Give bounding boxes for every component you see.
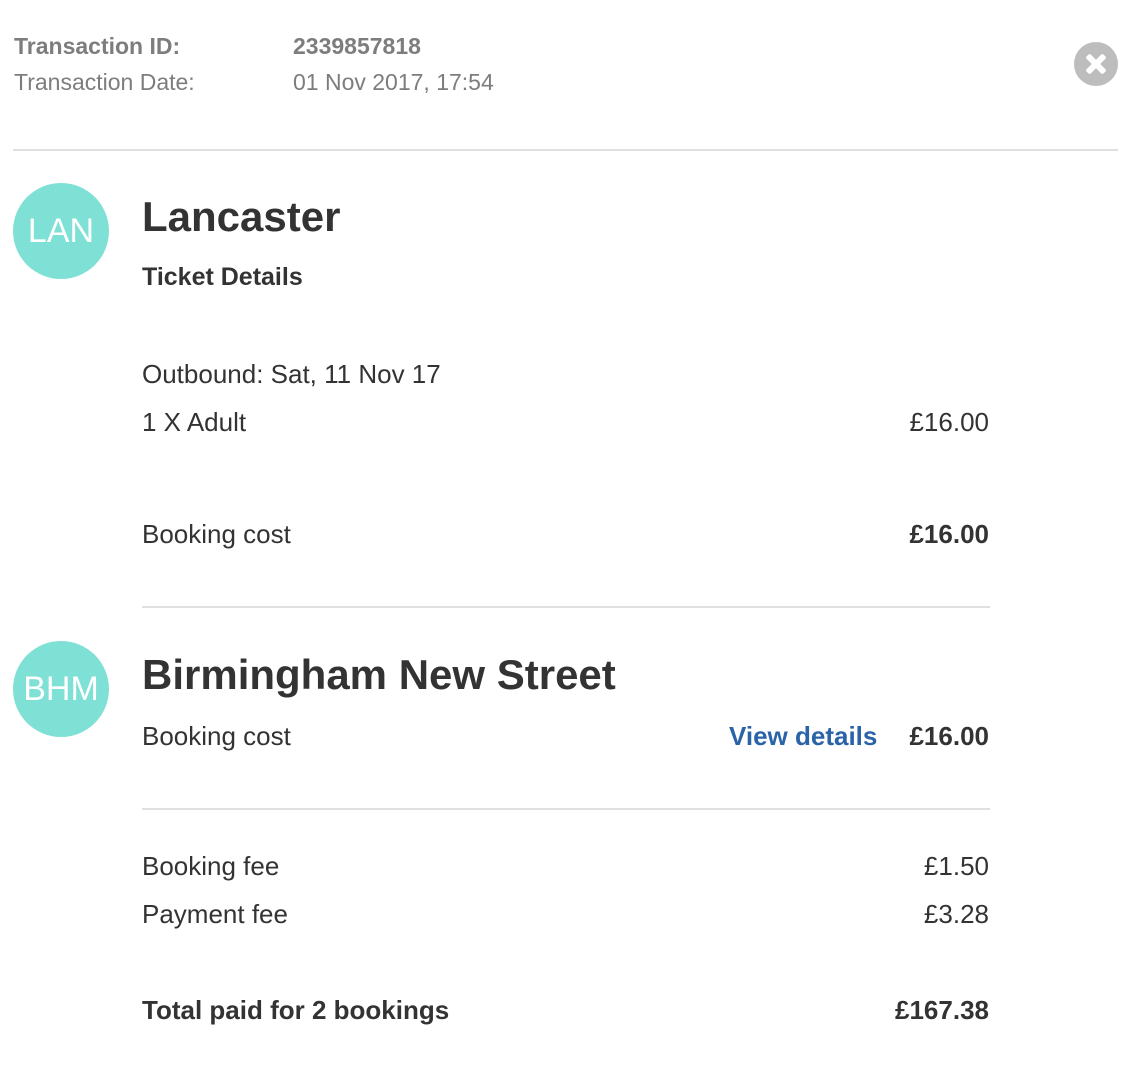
booking-cost-label: Booking cost bbox=[142, 519, 291, 549]
payment-fee-value: £3.28 bbox=[923, 899, 989, 929]
outbound-date: Outbound: Sat, 11 Nov 17 bbox=[142, 359, 441, 389]
ticket-details-heading: Ticket Details bbox=[142, 263, 303, 291]
avatar: BHM bbox=[13, 641, 109, 737]
fees-divider bbox=[142, 808, 990, 810]
station-title: Lancaster bbox=[142, 193, 341, 240]
avatar: LAN bbox=[13, 183, 109, 279]
transaction-date-label: Transaction Date: bbox=[14, 69, 195, 95]
booking-fee-value: £1.50 bbox=[923, 851, 989, 881]
booking-divider bbox=[142, 606, 990, 608]
transaction-id-label: Transaction ID: bbox=[14, 33, 181, 59]
transaction-id-value: 2339857818 bbox=[293, 33, 421, 59]
booking-fee-label: Booking fee bbox=[142, 851, 280, 881]
ticket-price: £16.00 bbox=[909, 407, 989, 437]
header-divider bbox=[13, 149, 1118, 151]
ticket-label: 1 X Adult bbox=[142, 407, 247, 437]
total-value: £167.38 bbox=[895, 995, 989, 1025]
payment-fee-label: Payment fee bbox=[142, 899, 288, 929]
booking-cost-label: Booking cost bbox=[142, 721, 291, 751]
total-label: Total paid for 2 bookings bbox=[142, 995, 450, 1025]
transaction-date-value: 01 Nov 2017, 17:54 bbox=[293, 69, 494, 95]
booking-cost-value: £16.00 bbox=[909, 519, 989, 549]
close-icon[interactable] bbox=[1074, 42, 1118, 86]
station-title: Birmingham New Street bbox=[142, 651, 616, 698]
view-details-link[interactable]: View details bbox=[729, 721, 877, 752]
booking-cost-value: £16.00 bbox=[909, 721, 989, 751]
